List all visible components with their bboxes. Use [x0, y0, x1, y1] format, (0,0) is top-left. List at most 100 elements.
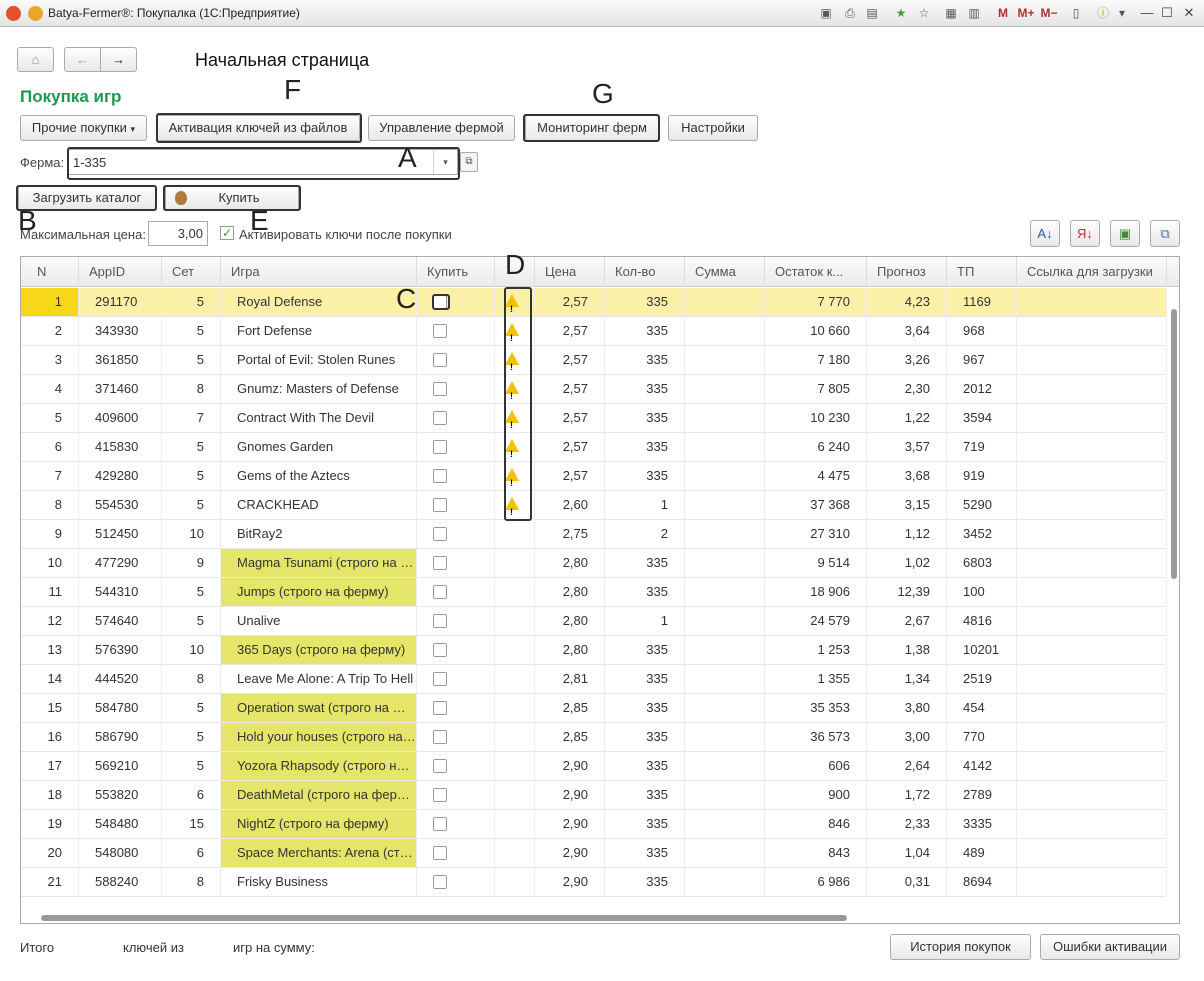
print-icon[interactable]: ⎙	[842, 5, 858, 21]
buy-checkbox[interactable]	[433, 817, 447, 831]
table-row[interactable]: 54096007Contract With The Devil 2,57335 10…	[21, 404, 1167, 433]
m-icon[interactable]: M	[995, 5, 1011, 21]
buy-checkbox[interactable]	[433, 614, 447, 628]
table-cell: 335	[605, 317, 685, 345]
column-header[interactable]: N	[21, 257, 79, 287]
buy-checkbox[interactable]	[433, 382, 447, 396]
table-cell: 0,31	[867, 868, 947, 896]
back-button[interactable]: ←	[64, 47, 101, 72]
maximize-icon[interactable]: ☐	[1158, 5, 1176, 21]
duplicate-button[interactable]: ⧉	[1150, 220, 1180, 247]
table-cell: Leave Me Alone: A Trip To Hell	[221, 665, 417, 693]
other-purchases-button[interactable]: Прочие покупки ▾	[20, 115, 147, 141]
buy-checkbox[interactable]	[433, 875, 447, 889]
buy-checkbox[interactable]	[433, 701, 447, 715]
table-row[interactable]: 12911705Royal Defense 2,57335 7 7704,23116…	[21, 288, 1167, 317]
sort-ascending-button[interactable]: A↓	[1030, 220, 1060, 247]
dropdown-icon[interactable]: ▾	[1114, 5, 1130, 21]
table-cell: DeathMetal (строго на ферму)	[221, 781, 417, 809]
buy-checkbox[interactable]	[433, 788, 447, 802]
annotation-f: F	[284, 74, 302, 105]
buy-checkbox[interactable]	[433, 469, 447, 483]
minimize-icon[interactable]: —	[1138, 5, 1156, 21]
panels-icon[interactable]: ▯	[1068, 5, 1084, 21]
column-header[interactable]: Игра	[221, 257, 417, 287]
favorites-icon[interactable]: ☆	[916, 5, 932, 21]
buy-checkbox[interactable]	[433, 556, 447, 570]
activate-after-purchase-checkbox[interactable]: ✓	[220, 226, 234, 240]
table-row[interactable]: 33618505Portal of Evil: Stolen Runes 2,57…	[21, 346, 1167, 375]
buy-checkbox[interactable]	[433, 643, 447, 657]
table-row[interactable]: 12 574640 5 Unalive 2,80 1 24 579 2,67 4816	[21, 607, 1167, 636]
buy-checkbox[interactable]	[433, 527, 447, 541]
copy-button[interactable]: ▣	[1110, 220, 1140, 247]
menu-icon[interactable]	[28, 6, 43, 21]
table-row[interactable]: 19 548480 15 NightZ (строго на ферму) 2,90 33…	[21, 810, 1167, 839]
table-row[interactable]: 155847805Operation swat (строго на ферму…	[21, 694, 1167, 723]
vertical-scroll-thumb[interactable]	[1171, 309, 1177, 579]
buy-checkbox[interactable]	[433, 585, 447, 599]
horizontal-scroll-thumb[interactable]	[41, 915, 847, 921]
column-header[interactable]: Сумма	[685, 257, 765, 287]
table-row[interactable]: 104772909Magma Tsunami (строго на ферму)…	[21, 549, 1167, 578]
column-header[interactable]: Прогноз	[867, 257, 947, 287]
sort-descending-button[interactable]: Я↓	[1070, 220, 1100, 247]
table-row[interactable]: 14 444520 8 Leave Me Alone: A Trip To Hell 2…	[21, 665, 1167, 694]
m-plus-icon[interactable]: M+	[1015, 5, 1037, 21]
table-cell: 5	[162, 694, 221, 722]
table-row[interactable]: 165867905Hold your houses (строго на фер…	[21, 723, 1167, 752]
table-cell: 4,23	[867, 288, 947, 316]
buy-checkbox[interactable]	[433, 411, 447, 425]
activation-errors-button[interactable]: Ошибки активации	[1040, 934, 1180, 960]
table-row[interactable]: 9 512450 10 BitRay2 2,75 2 27 310 1,12 3452	[21, 520, 1167, 549]
table-row[interactable]: 11 544310 5 Jumps (строго на ферму) 2,80 335 1…	[21, 578, 1167, 607]
games-table[interactable]: N AppID Сет Игра Купить Цена Кол-во Сумма Остато…	[20, 256, 1180, 924]
column-header[interactable]: Ссылка для загрузки	[1017, 257, 1167, 287]
buy-checkbox[interactable]	[433, 846, 447, 860]
farm-management-button[interactable]: Управление фермой	[368, 115, 515, 141]
table-row[interactable]: 18 553820 6 DeathMetal (строго на ферму) 2,9…	[21, 781, 1167, 810]
column-header[interactable]: Кол-во	[605, 257, 685, 287]
table-row[interactable]: 205480806Space Merchants: Arena (строго …	[21, 839, 1167, 868]
table-row[interactable]: 85545305CRACKHEAD 2,601 37 3683,155290	[21, 491, 1167, 520]
table-row[interactable]: 21 588240 8 Frisky Business 2,90 335 6 986 0,31…	[21, 868, 1167, 897]
table-row[interactable]: 43714608Gnumz: Masters of Defense 2,57335…	[21, 375, 1167, 404]
home-button[interactable]: ⌂	[17, 47, 54, 72]
buy-checkbox[interactable]	[433, 324, 447, 338]
buy-checkbox[interactable]	[433, 759, 447, 773]
favorite-add-icon[interactable]: ★	[893, 5, 909, 21]
settings-button[interactable]: Настройки	[668, 115, 758, 141]
buy-checkbox[interactable]	[433, 353, 447, 367]
column-header[interactable]: Остаток к...	[765, 257, 867, 287]
column-header[interactable]: Цена	[535, 257, 605, 287]
table-row[interactable]: 175692105Yozora Rhapsody (строго на ферм…	[21, 752, 1167, 781]
purchase-history-button[interactable]: История покупок	[890, 934, 1031, 960]
table-cell	[1017, 752, 1167, 780]
table-cell: 5	[162, 607, 221, 635]
table-row[interactable]: 23439305Fort Defense 2,57335 10 6603,64968	[21, 317, 1167, 346]
column-header[interactable]: ТП	[947, 257, 1017, 287]
preview-icon[interactable]: ▤	[864, 5, 880, 21]
horizontal-scrollbar[interactable]	[21, 912, 1168, 923]
calendar-icon[interactable]: ▥	[966, 5, 982, 21]
max-price-input[interactable]: 3,00	[148, 221, 208, 246]
forward-button[interactable]: →	[100, 47, 137, 72]
column-header[interactable]: AppID	[79, 257, 162, 287]
close-icon[interactable]: ✕	[1180, 5, 1198, 21]
column-header[interactable]: Сет	[162, 257, 221, 287]
table-row[interactable]: 13 576390 10 365 Days (строго на ферму) 2,80…	[21, 636, 1167, 665]
buy-checkbox[interactable]	[433, 440, 447, 454]
table-row[interactable]: 74292805Gems of the Aztecs 2,57335 4 4753,…	[21, 462, 1167, 491]
calculator-icon[interactable]: ▦	[943, 5, 959, 21]
info-icon[interactable]: ⓘ	[1095, 5, 1111, 21]
buy-checkbox[interactable]	[433, 730, 447, 744]
column-header[interactable]: Купить	[417, 257, 495, 287]
table-row[interactable]: 64158305Gnomes Garden 2,57335 6 2403,57719	[21, 433, 1167, 462]
m-minus-icon[interactable]: M−	[1039, 5, 1059, 21]
buy-checkbox[interactable]	[433, 672, 447, 686]
table-cell: 900	[765, 781, 867, 809]
buy-checkbox[interactable]	[433, 498, 447, 512]
vertical-scrollbar[interactable]	[1168, 287, 1179, 912]
save-icon[interactable]: ▣	[818, 5, 834, 21]
open-farm-button[interactable]: ⧉	[460, 152, 478, 172]
